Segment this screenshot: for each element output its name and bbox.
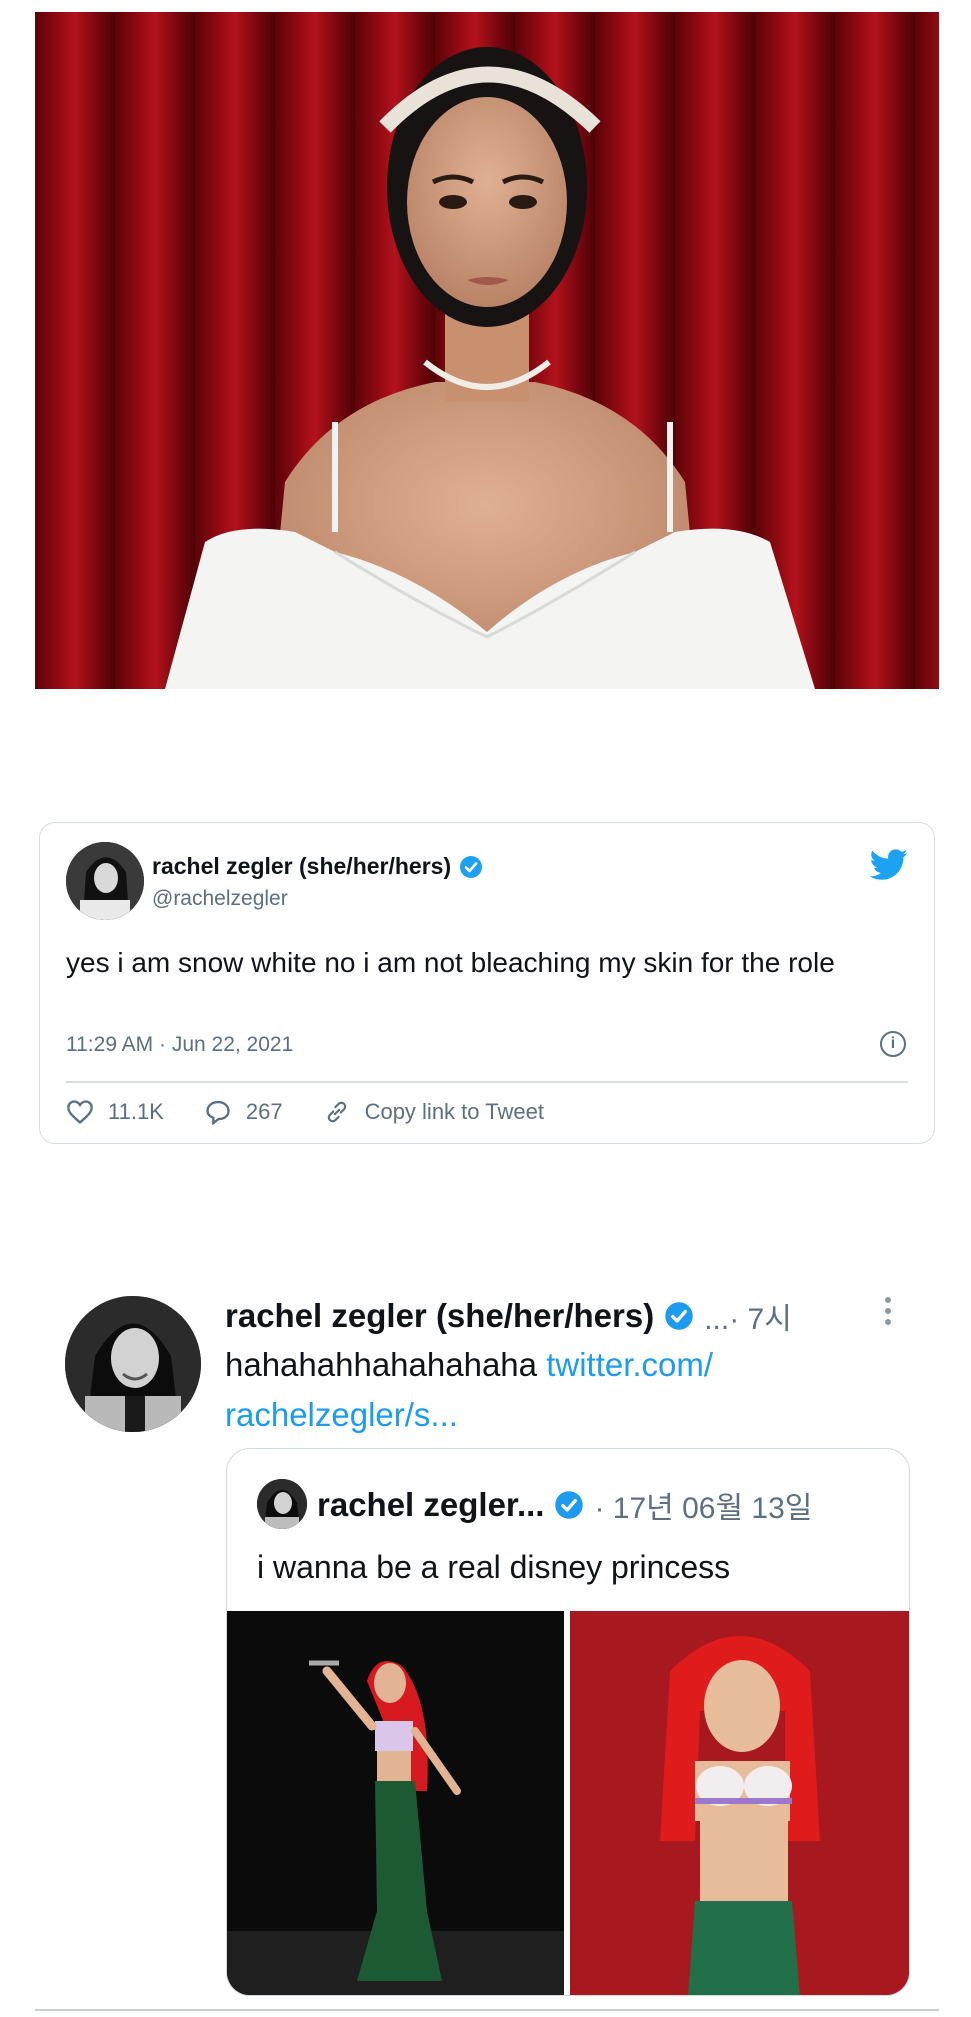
info-icon[interactable]: i xyxy=(880,1031,906,1057)
mobile-tweet-meta: ...· 7시 xyxy=(704,1303,792,1336)
heart-icon xyxy=(67,1100,93,1125)
author-avatar[interactable] xyxy=(66,842,144,920)
tweet-timestamp[interactable]: 11:29 AM · Jun 22, 2021 xyxy=(66,1033,293,1057)
more-options-icon[interactable] xyxy=(878,1292,898,1330)
reply-bubble-icon xyxy=(206,1100,230,1125)
quoted-author-avatar xyxy=(257,1479,307,1529)
like-count: 11.1K xyxy=(108,1099,164,1124)
copy-link-label: Copy link to Tweet xyxy=(364,1099,544,1124)
reply-action[interactable]: 267 xyxy=(204,1099,283,1125)
hero-photo-illustration xyxy=(165,47,815,689)
verified-badge-icon xyxy=(460,855,483,878)
author-display-name[interactable]: rachel zegler (she/her/hers) xyxy=(152,853,451,880)
embedded-tweet-card[interactable]: rachel zegler (she/her/hers) @rachelzegl… xyxy=(39,822,935,1144)
quoted-author-name: rachel zegler... xyxy=(317,1486,545,1523)
reply-count: 267 xyxy=(245,1099,283,1124)
tweet-actions: 11.1K 267 Copy link to Tweet xyxy=(66,1099,584,1125)
mobile-tweet-header: rachel zegler (she/her/hers) ...· 7시 xyxy=(225,1294,792,1338)
mobile-author-name[interactable]: rachel zegler (she/her/hers) xyxy=(225,1297,654,1335)
quoted-photo-portrait[interactable] xyxy=(570,1611,909,1995)
card-divider xyxy=(66,1081,908,1083)
tweet-text: yes i am snow white no i am not bleachin… xyxy=(66,947,835,978)
quoted-tweet[interactable]: rachel zegler... · 17년 06월 13일 i wanna b… xyxy=(226,1448,910,1996)
verified-badge-icon xyxy=(555,1491,584,1519)
quoted-date: · 17년 06월 13일 xyxy=(594,1492,813,1525)
twitter-bird-icon[interactable] xyxy=(870,849,908,881)
verified-badge-icon xyxy=(665,1302,693,1330)
author-handle[interactable]: @rachelzegler xyxy=(152,887,288,911)
link-icon xyxy=(327,1101,346,1123)
mobile-tweet-text: hahahahhahahahaha xyxy=(225,1346,538,1383)
like-action[interactable]: 11.1K xyxy=(66,1099,164,1125)
mobile-tweet-text-block: hahahahhahahahaha twitter.com/ rachelzeg… xyxy=(225,1340,885,1440)
mobile-author-avatar[interactable] xyxy=(65,1296,201,1432)
quoted-photo-stage[interactable] xyxy=(227,1611,564,1995)
page-bottom-divider xyxy=(35,2009,939,2011)
hero-photo xyxy=(35,12,939,689)
quoted-header: rachel zegler... · 17년 06월 13일 xyxy=(317,1483,812,1527)
author-name-row: rachel zegler (she/her/hers) xyxy=(152,853,483,880)
copy-link-action[interactable]: Copy link to Tweet xyxy=(323,1099,544,1125)
quoted-tweet-text: i wanna be a real disney princess xyxy=(257,1549,731,1585)
